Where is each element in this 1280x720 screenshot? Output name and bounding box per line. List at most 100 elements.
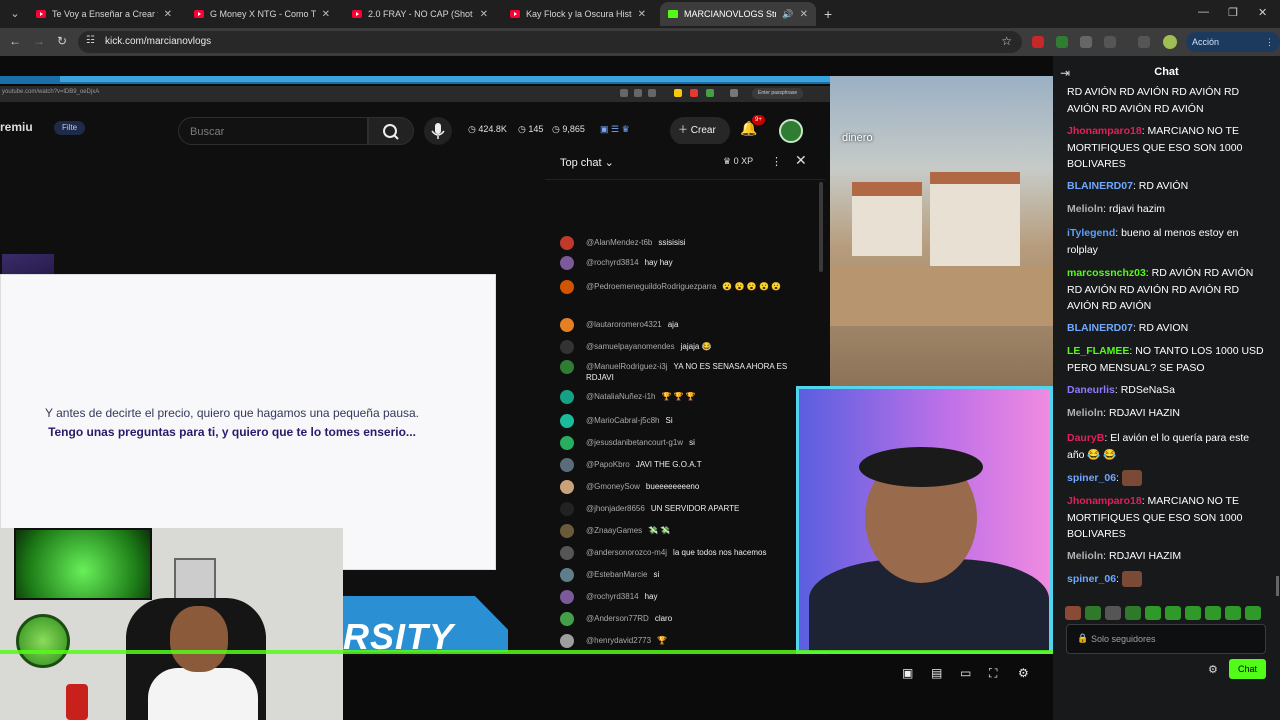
browser-tabstrip: ⌄ Te Voy a Enseñar a Crear y Mon ✕ G Mon… xyxy=(0,0,1280,28)
close-icon: ✕ xyxy=(795,152,807,168)
avatar xyxy=(560,236,574,250)
scrollbar[interactable] xyxy=(1276,576,1279,596)
extension-icon[interactable] xyxy=(1056,36,1068,48)
youtube-header: remiu Filte Buscar ◷ 424.8K ◷ 145 ◷ 9,86… xyxy=(0,102,830,148)
chat-username[interactable]: DauryB xyxy=(1067,432,1104,444)
chat-username[interactable]: Jhonamparo18 xyxy=(1067,495,1142,507)
likes-stat: ◷ 145 xyxy=(518,124,544,134)
browser-tab[interactable]: 2.0 FRAY - NO CAP (Shot by. El ✕ xyxy=(344,2,496,26)
chat-username[interactable]: BLAINERD07 xyxy=(1067,180,1133,192)
avatar xyxy=(560,634,574,648)
message-text: aja xyxy=(667,320,679,329)
emote-icon[interactable] xyxy=(1105,606,1121,620)
miniplayer-icon[interactable]: ▣ xyxy=(902,666,913,680)
extension-icon[interactable] xyxy=(1080,36,1092,48)
browser-tab-active[interactable]: MARCIANOVLOGS Stream 🔊 ✕ xyxy=(660,2,816,26)
reload-icon[interactable]: ↻ xyxy=(57,34,67,48)
chat-settings-gear-icon[interactable]: ⚙ xyxy=(1208,663,1218,676)
message-author: @samuelpayanomendes xyxy=(586,342,675,351)
kick-chat-panel: ⇥ Chat RD AVIÓN RD AVIÓN RD AVIÓN RD AVI… xyxy=(1053,56,1280,720)
new-tab-icon[interactable]: + xyxy=(824,6,832,22)
maximize-icon[interactable]: ❐ xyxy=(1228,6,1238,19)
browser-tab[interactable]: G Money X NTG - Como Tú ( V ✕ xyxy=(186,2,338,26)
emote-icon[interactable] xyxy=(1225,606,1241,620)
action-required-button[interactable]: Acción obligatoria ⋮ xyxy=(1186,32,1280,67)
chat-username[interactable]: spiner_06 xyxy=(1067,472,1116,484)
message-author: @EstebanMarcie xyxy=(586,570,648,579)
youtube-chat-header: Top chat ⌄ ♛ 0 XP ⋮ ✕ xyxy=(545,144,825,180)
speaker-icon[interactable]: 🔊 xyxy=(782,9,793,20)
theater-mode-icon[interactable]: ▭ xyxy=(960,666,971,680)
chat-username[interactable]: spiner_06 xyxy=(1067,573,1116,585)
close-icon[interactable]: ✕ xyxy=(638,9,646,20)
close-icon[interactable]: ✕ xyxy=(164,9,172,20)
search-icon xyxy=(383,124,399,140)
chat-username[interactable]: iTylegend xyxy=(1067,227,1115,239)
emote-icon[interactable] xyxy=(1185,606,1201,620)
clip-icon[interactable]: ▤ xyxy=(931,666,942,680)
close-icon[interactable]: ✕ xyxy=(800,9,808,20)
emote-icon[interactable] xyxy=(1245,606,1261,620)
browser-tab[interactable]: Kay Flock y la Oscura Historia ✕ xyxy=(502,2,654,26)
stream-player[interactable]: youtube.com/watch?v=lDB9_oeDjxA Enter pa… xyxy=(0,56,1053,720)
yt-chat-message: @jesusdanibetancourt-g1w si xyxy=(560,436,810,457)
chat-message-input[interactable]: 🔒 Solo seguidores xyxy=(1066,624,1266,654)
site-settings-icon[interactable]: ☷ xyxy=(86,35,95,46)
profile-avatar[interactable] xyxy=(1163,35,1177,49)
bookmark-star-icon[interactable]: ☆ xyxy=(1001,34,1012,48)
back-icon[interactable]: ← xyxy=(9,34,21,48)
close-icon[interactable]: ✕ xyxy=(322,9,330,20)
minimize-icon[interactable]: — xyxy=(1198,6,1209,18)
message-author: @rochyrd3814 xyxy=(586,258,639,267)
emote-icon[interactable] xyxy=(1145,606,1161,620)
chat-username[interactable]: Melioln xyxy=(1067,550,1103,562)
chat-username[interactable]: LE_FLAMEE xyxy=(1067,345,1129,357)
puzzle-icon[interactable] xyxy=(1104,36,1116,48)
chat-mode-label: Top chat xyxy=(560,157,602,169)
emote-icon[interactable] xyxy=(1065,606,1081,620)
message-body: @PedroemeneguildoRodriguezparra 😮 😮 😮 😮 😮 xyxy=(586,281,781,292)
roof xyxy=(930,172,1020,184)
emote-icon[interactable] xyxy=(1205,606,1221,620)
chat-username[interactable]: Daneurlis xyxy=(1067,384,1115,396)
message-text: 🏆 xyxy=(657,636,668,645)
send-chat-button[interactable]: Chat xyxy=(1229,659,1266,679)
chat-username[interactable]: Jhonamparo18 xyxy=(1067,125,1142,137)
message-author: @MarioCabral-j5c8h xyxy=(586,416,660,425)
message-body: @Anderson77RD claro xyxy=(586,613,672,624)
emote-icon[interactable] xyxy=(1085,606,1101,620)
likes-value: 145 xyxy=(528,124,544,134)
create-label: Crear xyxy=(690,125,716,136)
close-window-icon[interactable]: ✕ xyxy=(1258,6,1267,19)
chat-username[interactable]: BLAINERD07 xyxy=(1067,322,1133,334)
subs-stat: ◷ 9,865 xyxy=(552,124,585,134)
extension-icon[interactable] xyxy=(1032,36,1044,48)
forward-icon[interactable]: → xyxy=(33,34,45,48)
emote-icon[interactable] xyxy=(1165,606,1181,620)
fullscreen-icon[interactable]: ⛶ xyxy=(989,666,997,681)
avatar xyxy=(560,568,574,582)
chat-text: RDJAVI HAZIN xyxy=(1109,407,1180,419)
url-input[interactable]: ☷ kick.com/marcianovlogs ☆ xyxy=(78,31,1022,53)
settings-gear-icon[interactable]: ⚙ xyxy=(1018,666,1029,680)
message-text: 💸 💸 xyxy=(648,526,671,535)
extension-icon xyxy=(706,89,714,97)
chat-text: rdjavi hazim xyxy=(1109,203,1166,215)
emote-icon[interactable] xyxy=(1125,606,1141,620)
yt-chat-message: @Anderson77RD claro xyxy=(560,612,810,633)
chat-username[interactable]: Melioln xyxy=(1067,203,1103,215)
streamer-camera xyxy=(796,386,1053,654)
browser-tab[interactable]: Te Voy a Enseñar a Crear y Mon ✕ xyxy=(28,2,180,26)
tab-search-icon[interactable]: ⌄ xyxy=(6,5,24,23)
message-body: @ManuelRodriguez-i3j YA NO ES SENASA AHOR… xyxy=(586,361,810,383)
chat-username[interactable]: marcossnchz03 xyxy=(1067,267,1146,279)
chat-message: Melioln: RDJAVI HAZIN xyxy=(1067,405,1269,422)
more-vert-icon[interactable]: ⋮ xyxy=(1265,32,1274,52)
message-body: @rochyrd3814 hay xyxy=(586,591,658,602)
message-text: Si xyxy=(665,416,673,425)
yt-chat-message: @AlanMendez-t6b ssisisisi xyxy=(560,236,810,257)
reading-list-icon[interactable] xyxy=(1138,36,1150,48)
microphone-icon xyxy=(431,123,445,139)
chat-username[interactable]: Melioln xyxy=(1067,407,1103,419)
close-icon[interactable]: ✕ xyxy=(480,9,488,20)
